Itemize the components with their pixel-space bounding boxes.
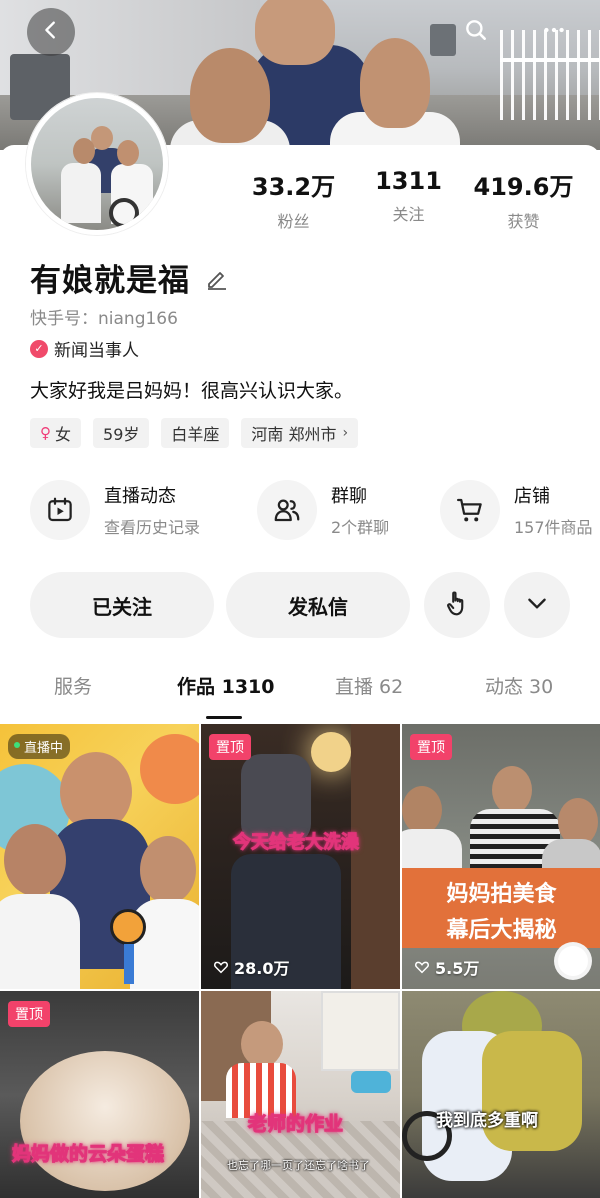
followed-button[interactable]: 已关注 <box>30 572 214 638</box>
video-caption-2: 幕后大揭秘 <box>446 918 557 943</box>
chevron-right-icon: › <box>342 425 349 441</box>
tag-age-label: 59岁 <box>103 425 140 444</box>
stat-likes[interactable]: 419.6万 获赞 <box>466 167 581 232</box>
stat-label: 关注 <box>392 205 425 224</box>
tag-location[interactable]: 河南 郑州市 › <box>241 418 359 448</box>
avatar[interactable] <box>26 93 168 235</box>
tab-indicator <box>206 716 242 719</box>
feature-group-chat[interactable]: 群聊 2个群聊 <box>257 480 389 540</box>
feature-shop[interactable]: 店铺 157件商品 <box>440 480 593 540</box>
feature-subtitle: 157件商品 <box>514 518 593 537</box>
pinned-badge: 置顶 <box>209 734 251 760</box>
tab-moments[interactable]: 动态 30 <box>485 672 553 699</box>
tag-gender: ♀ 女 <box>30 418 82 448</box>
edit-icon[interactable] <box>204 265 230 291</box>
verified-row: ✓ 新闻当事人 <box>30 336 139 361</box>
tab-live[interactable]: 直播 62 <box>335 672 403 699</box>
pinned-badge: 置顶 <box>8 1001 50 1027</box>
tab-works[interactable]: 作品 1310 <box>177 672 275 699</box>
tag-gender-label: 女 <box>55 425 72 444</box>
chevron-left-icon <box>40 19 62 45</box>
group-icon <box>257 480 317 540</box>
feature-title: 直播动态 <box>104 486 176 507</box>
heart-icon <box>415 961 429 974</box>
stat-label: 粉丝 <box>277 212 310 231</box>
more-button[interactable] <box>530 8 578 56</box>
finger-tap-icon <box>442 588 472 622</box>
video-tile[interactable]: 老师的作业 也忘了哪一页了还忘了啥书了 <box>201 991 400 1198</box>
search-button[interactable] <box>452 8 500 56</box>
video-caption: 我到底多重啊 <box>436 1111 538 1131</box>
stat-following[interactable]: 1311 关注 <box>351 167 466 232</box>
stat-followers[interactable]: 33.2万 粉丝 <box>236 167 351 232</box>
video-grid: 直播中 置顶 今天给老大洗澡 28.0万 妈妈拍美食 幕后大揭秘 置顶 5.5万 <box>0 724 600 1198</box>
tag-zodiac: 白羊座 <box>161 418 230 448</box>
kuaishou-id: 快手号：niang166 <box>30 309 178 329</box>
message-button[interactable]: 发私信 <box>226 572 410 638</box>
video-caption: 妈妈拍美食 <box>446 882 557 907</box>
feature-title: 店铺 <box>514 486 550 507</box>
cart-icon <box>440 480 500 540</box>
action-buttons: 已关注 发私信 <box>30 572 575 638</box>
chevron-down-icon <box>524 590 550 620</box>
calendar-play-icon <box>30 480 90 540</box>
live-badge: 直播中 <box>8 734 71 759</box>
verified-check-icon: ✓ <box>30 339 48 358</box>
video-tile[interactable]: 置顶 今天给老大洗澡 28.0万 <box>201 724 400 989</box>
tag-location-label: 河南 郑州市 <box>251 425 337 444</box>
video-tile[interactable]: 妈妈拍美食 幕后大揭秘 置顶 5.5万 <box>402 724 600 989</box>
tag-age: 59岁 <box>93 418 150 448</box>
heart-icon <box>214 961 228 974</box>
bio: 大家好我是吕妈妈！很高兴认识大家。 <box>30 380 354 402</box>
search-icon <box>463 17 489 47</box>
video-tile[interactable]: 置顶 妈妈做的云朵蛋糕 <box>0 991 199 1198</box>
stat-value: 33.2万 <box>251 173 336 201</box>
tab-service[interactable]: 服务 <box>54 672 92 699</box>
poke-button[interactable] <box>424 572 490 638</box>
stat-value: 1311 <box>375 167 442 195</box>
female-icon: ♀ <box>40 424 51 442</box>
feature-subtitle: 2个群聊 <box>331 518 390 537</box>
more-dots-icon <box>541 17 567 47</box>
like-count: 5.5万 <box>414 955 479 979</box>
tag-row: ♀ 女 59岁 白羊座 河南 郑州市 › <box>30 418 359 448</box>
tag-zodiac-label: 白羊座 <box>171 425 220 444</box>
feature-title: 群聊 <box>331 486 367 507</box>
video-tile[interactable]: 我到底多重啊 <box>402 991 600 1198</box>
stat-value: 419.6万 <box>473 173 574 201</box>
name-row: 有娘就是福 <box>30 255 230 300</box>
pinned-badge: 置顶 <box>410 734 452 760</box>
video-subtitle: 也忘了哪一页了还忘了啥书了 <box>227 1159 370 1172</box>
expand-button[interactable] <box>504 572 570 638</box>
back-button[interactable] <box>27 8 75 56</box>
video-tile[interactable]: 直播中 <box>0 724 199 989</box>
profile-name: 有娘就是福 <box>30 263 190 299</box>
video-caption-band: 妈妈拍美食 幕后大揭秘 <box>402 868 600 948</box>
video-caption: 老师的作业 <box>247 1113 344 1136</box>
feature-row: 直播动态 查看历史记录 群聊 2个群聊 店铺 157件商品 <box>30 480 600 540</box>
tab-bar: 服务 作品 1310 直播 62 动态 30 <box>0 672 600 719</box>
feature-subtitle: 查看历史记录 <box>104 518 201 537</box>
verified-label: 新闻当事人 <box>54 341 139 361</box>
feature-live-history[interactable]: 直播动态 查看历史记录 <box>30 480 200 540</box>
video-caption: 今天给老大洗澡 <box>233 832 360 854</box>
stats-row: 33.2万 粉丝 1311 关注 419.6万 获赞 <box>236 167 581 232</box>
like-count: 28.0万 <box>213 955 289 979</box>
stat-label: 获赞 <box>507 212 540 231</box>
video-caption: 妈妈做的云朵蛋糕 <box>11 1143 165 1166</box>
